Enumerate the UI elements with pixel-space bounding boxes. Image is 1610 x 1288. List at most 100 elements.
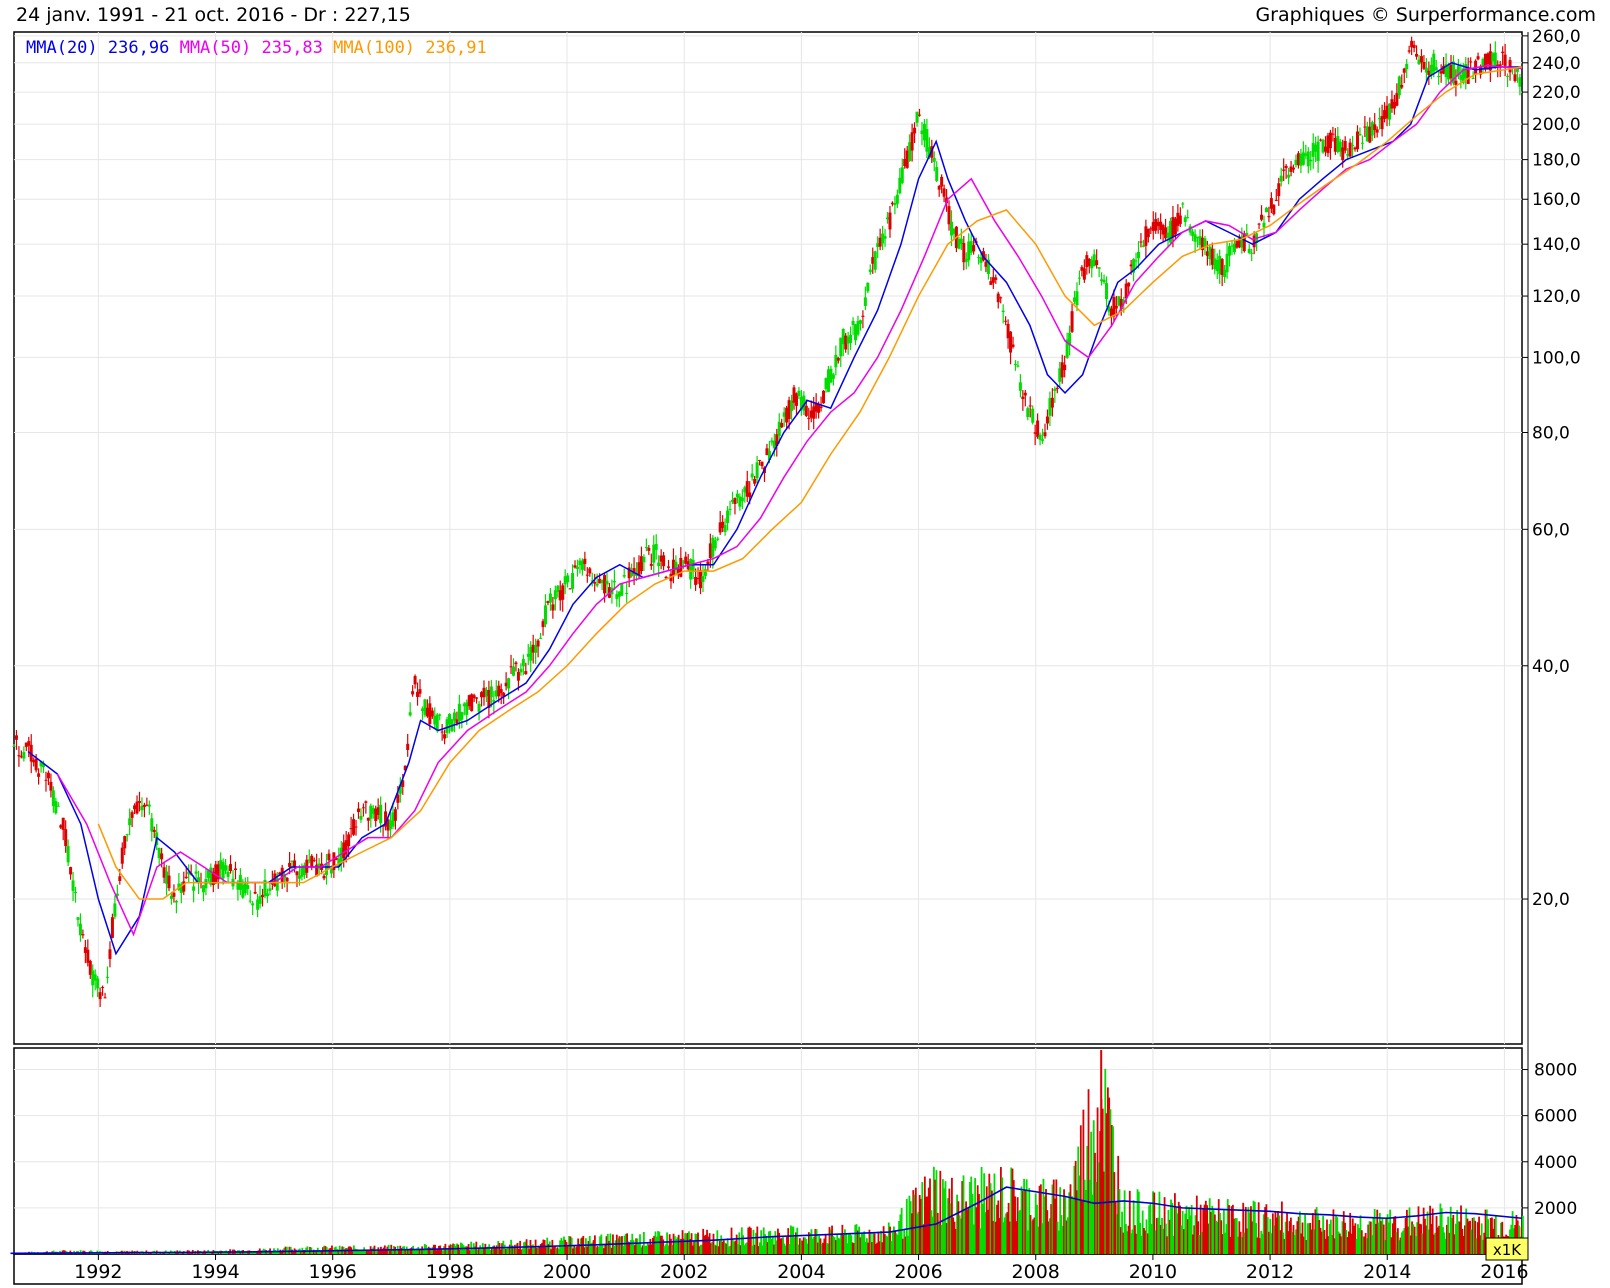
candle-body [866, 282, 870, 292]
candle-body [96, 978, 100, 989]
volume-tick-label: 2000 [1534, 1199, 1577, 1219]
volume-tick-label: 6000 [1534, 1107, 1577, 1127]
candle-body [258, 896, 262, 904]
candle-body [103, 997, 107, 999]
candle-body [883, 236, 887, 239]
candle-body [740, 497, 744, 502]
candle-body [123, 836, 127, 849]
volume-panel-frame [13, 1047, 1523, 1255]
candle-body [393, 809, 397, 821]
candle-body [98, 992, 102, 1000]
x-tick-label: 2000 [543, 1261, 591, 1283]
candle-body [1225, 253, 1229, 273]
candle-body [593, 582, 597, 584]
candle-body [797, 390, 801, 397]
candle-body [1375, 129, 1379, 133]
candle-body [1513, 74, 1517, 81]
candle-body [1348, 142, 1352, 157]
x-tick-label: 1994 [191, 1261, 239, 1283]
x-tick-label: 2012 [1246, 1261, 1294, 1283]
candle-body [595, 584, 599, 586]
candle-body [1471, 77, 1475, 79]
candle-body [723, 524, 727, 532]
candle-body [703, 569, 707, 576]
candle-body [831, 374, 835, 379]
candle-body [1518, 77, 1522, 87]
candle-body [1045, 416, 1049, 424]
candle-body [1193, 234, 1197, 242]
candle-body [1508, 60, 1512, 73]
candle-body [1287, 174, 1291, 178]
candle-body [1013, 363, 1017, 365]
y-tick-label: 80,0 [1532, 424, 1570, 444]
candle-body [184, 876, 188, 879]
candle-body [972, 245, 976, 252]
candle-body [1043, 432, 1047, 437]
candle-body [44, 779, 48, 781]
candle-body [755, 462, 759, 479]
candle-body [246, 885, 250, 890]
candle-body [1055, 387, 1059, 389]
candle-body [657, 562, 661, 567]
candle-body [452, 712, 456, 721]
y-tick-label: 240,0 [1532, 54, 1581, 74]
candle-body [1282, 169, 1286, 171]
x-tick-label: 2010 [1129, 1261, 1177, 1283]
candle-body [942, 188, 946, 197]
candle-body [150, 818, 154, 832]
candle-body [1412, 44, 1416, 48]
candle-body [1262, 222, 1266, 228]
candle-body [1292, 167, 1296, 170]
candle-body [268, 888, 272, 891]
candle-body [359, 815, 363, 820]
candle-body [69, 867, 73, 875]
x-tick-label: 1996 [309, 1261, 357, 1283]
candle-body [172, 892, 176, 897]
candle-body [1306, 151, 1310, 167]
candle-body [667, 566, 671, 568]
candle-body [1250, 252, 1254, 254]
candle-body [489, 686, 493, 698]
time-axis-frame [13, 1253, 1523, 1285]
candle-body [512, 666, 516, 676]
candle-body [248, 900, 252, 902]
candle-body [364, 801, 368, 803]
volume-spike-bar [1100, 1050, 1103, 1254]
candle-body [1134, 260, 1138, 262]
candle-body [499, 689, 503, 694]
candle-body [54, 801, 58, 814]
candle-body [120, 847, 124, 864]
candle-body [1075, 291, 1079, 306]
candle-body [1343, 141, 1347, 151]
candle-body [625, 592, 629, 595]
candle-body [327, 853, 331, 861]
legend-ma50-label: MMA(50) [179, 38, 252, 58]
candle-body [536, 640, 540, 647]
candle-body [106, 976, 110, 978]
candle-body [1139, 241, 1143, 243]
candle-body [1036, 420, 1040, 437]
candle-body [760, 461, 764, 467]
candle-body [1469, 61, 1473, 63]
candle-body [475, 697, 479, 699]
candle-body [413, 676, 417, 685]
candle-body [81, 934, 85, 936]
candle-body [548, 593, 552, 603]
candle-body [807, 417, 811, 419]
candle-body [1021, 396, 1025, 400]
candle-body [310, 855, 314, 867]
candle-body [61, 817, 65, 830]
candle-body [932, 158, 936, 162]
candle-body [1264, 207, 1268, 213]
candle-body [994, 277, 998, 280]
candle-body [1031, 408, 1035, 423]
candle-body [347, 834, 351, 846]
candle-body [819, 406, 823, 409]
candle-body [226, 871, 230, 877]
candle-body [460, 712, 464, 720]
candle-body [519, 668, 523, 673]
candle-body [1274, 199, 1278, 201]
candle-body [418, 689, 422, 694]
candle-body [583, 558, 587, 564]
x-tick-label: 2006 [894, 1261, 942, 1283]
